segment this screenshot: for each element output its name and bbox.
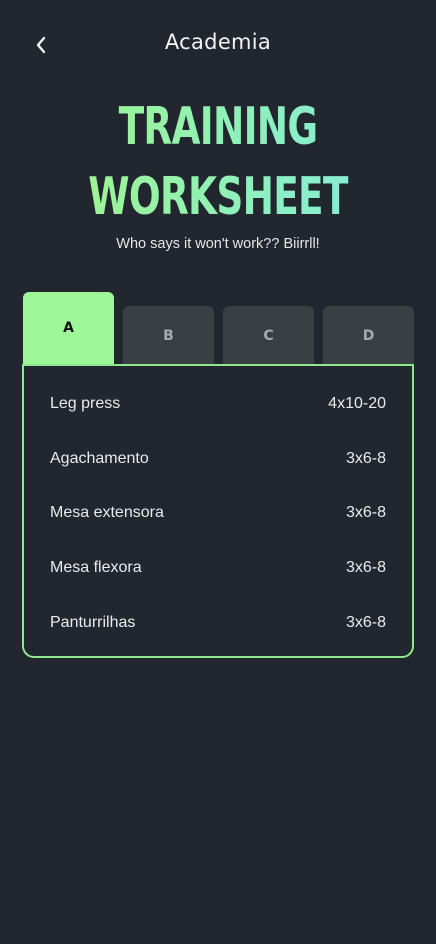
tab-a[interactable]: A bbox=[23, 292, 114, 365]
exercise-sets: 3x6-8 bbox=[345, 504, 386, 521]
exercise-name: Leg press bbox=[50, 395, 121, 412]
exercise-row: Leg press 4x10-20 bbox=[50, 392, 386, 416]
tab-c[interactable]: C bbox=[223, 306, 314, 365]
exercise-row: Mesa extensora 3x6-8 bbox=[50, 501, 386, 525]
exercise-panel: Leg press 4x10-20 Agachamento 3x6-8 Mesa… bbox=[22, 364, 414, 658]
app-title: Academia bbox=[164, 30, 272, 54]
hero-subtitle: Who says it won't work?? Biirrll! bbox=[116, 236, 320, 252]
tab-d[interactable]: D bbox=[323, 306, 414, 365]
workout-tabs: A B C D bbox=[23, 292, 414, 365]
exercise-sets: 3x6-8 bbox=[345, 450, 386, 467]
tab-b-label: B bbox=[163, 327, 174, 344]
tab-b[interactable]: B bbox=[123, 306, 214, 365]
exercise-name: Mesa flexora bbox=[50, 559, 142, 576]
tab-d-label: D bbox=[362, 327, 375, 344]
exercise-sets: 4x10-20 bbox=[328, 395, 386, 412]
tab-a-label: A bbox=[63, 320, 74, 336]
exercise-sets: 3x6-8 bbox=[345, 559, 386, 576]
tab-c-label: C bbox=[263, 327, 274, 344]
hero-title: TRAINING WORKSHEET bbox=[0, 92, 436, 232]
exercise-name: Agachamento bbox=[50, 450, 149, 467]
exercise-sets: 3x6-8 bbox=[345, 614, 386, 631]
exercise-name: Panturrilhas bbox=[50, 614, 136, 631]
exercise-row: Mesa flexora 3x6-8 bbox=[50, 556, 386, 580]
exercise-row: Agachamento 3x6-8 bbox=[50, 447, 386, 471]
app-header: Academia bbox=[0, 24, 436, 66]
hero-title-line-2: WORKSHEET bbox=[61, 162, 375, 232]
exercise-row: Panturrilhas 3x6-8 bbox=[50, 611, 386, 635]
exercise-name: Mesa extensora bbox=[50, 504, 164, 521]
hero-title-line-1: TRAINING bbox=[61, 92, 375, 162]
